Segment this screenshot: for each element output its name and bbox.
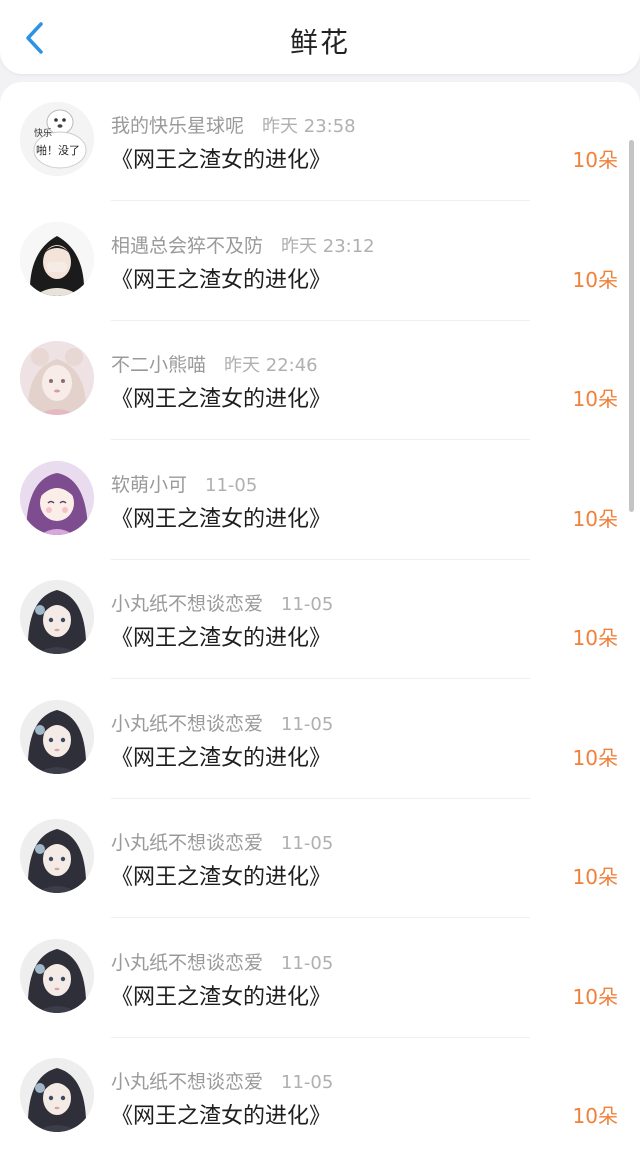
avatar[interactable]: [20, 699, 94, 774]
list-item[interactable]: 不二小熊喵 昨天 22:46 《网王之渣女的进化》 10朵: [0, 321, 640, 440]
book-title[interactable]: 《网王之渣女的进化》: [111, 501, 331, 533]
book-title[interactable]: 《网王之渣女的进化》: [111, 381, 331, 413]
timestamp: 昨天 22:46: [224, 355, 318, 376]
flower-count: 10朵: [572, 1104, 618, 1128]
flower-count: 10朵: [572, 267, 618, 292]
avatar[interactable]: 快乐啪！没了: [20, 102, 94, 176]
sender-line: 软萌小可 11-05: [111, 470, 257, 497]
flower-count: 10朵: [572, 865, 618, 889]
username[interactable]: 小丸纸不想谈恋爱: [111, 1071, 263, 1093]
sender-line: 不二小熊喵 昨天 22:46: [111, 350, 318, 377]
timestamp: 11-05: [205, 474, 258, 496]
book-title[interactable]: 《网王之渣女的进化》: [111, 740, 331, 772]
page-title: 鲜花: [289, 26, 350, 59]
timestamp: 11-05: [281, 833, 334, 854]
avatar[interactable]: [20, 580, 94, 654]
book-title[interactable]: 《网王之渣女的进化》: [111, 620, 331, 652]
book-title[interactable]: 《网王之渣女的进化》: [111, 1098, 331, 1130]
flower-count: 10朵: [572, 506, 618, 531]
list-item[interactable]: 小丸纸不想谈恋爱 11-05 《网王之渣女的进化》 10朵: [0, 919, 640, 1038]
sender-line: 小丸纸不想谈恋爱 11-05: [111, 828, 333, 855]
top-navigation-bar: 鲜花: [0, 0, 640, 74]
flower-count: 10朵: [572, 626, 618, 650]
list-item[interactable]: 小丸纸不想谈恋爱 11-05 《网王之渣女的进化》 10朵: [0, 680, 640, 799]
avatar-caption-top: 快乐: [34, 127, 52, 139]
username[interactable]: 相遇总会猝不及防: [111, 235, 263, 257]
list-item[interactable]: 小丸纸不想谈恋爱 11-05 《网王之渣女的进化》 10朵: [0, 560, 640, 679]
book-title[interactable]: 《网王之渣女的进化》: [111, 262, 331, 294]
book-title[interactable]: 《网王之渣女的进化》: [111, 979, 331, 1011]
avatar[interactable]: [20, 819, 94, 893]
avatar[interactable]: [20, 938, 94, 1013]
username[interactable]: 小丸纸不想谈恋爱: [111, 952, 263, 974]
avatar[interactable]: [20, 341, 94, 415]
username[interactable]: 小丸纸不想谈恋爱: [111, 832, 263, 854]
username[interactable]: 小丸纸不想谈恋爱: [111, 713, 263, 735]
avatar[interactable]: [20, 1058, 94, 1132]
flower-count: 10朵: [572, 745, 618, 770]
timestamp: 11-05: [281, 594, 334, 615]
sender-line: 小丸纸不想谈恋爱 11-05: [111, 589, 333, 616]
username[interactable]: 我的快乐星球呢: [111, 115, 244, 137]
flower-count: 10朵: [572, 148, 618, 172]
timestamp: 昨天 23:12: [281, 235, 375, 257]
list-item[interactable]: 小丸纸不想谈恋爱 11-05 《网王之渣女的进化》 10朵: [0, 799, 640, 918]
list-item[interactable]: 快乐 啪！没了 我的快乐星球呢 昨天 23:58 《网王之渣女的进化》 10朵: [0, 82, 640, 201]
timestamp: 昨天 23:58: [262, 116, 356, 137]
flower-count: 10朵: [572, 387, 618, 411]
flower-gift-list[interactable]: 快乐 啪！没了 我的快乐星球呢 昨天 23:58 《网王之渣女的进化》 10朵 相遇总会猝不…: [0, 82, 640, 1160]
username[interactable]: 软萌小可: [111, 474, 187, 496]
avatar[interactable]: [20, 460, 94, 535]
sender-line: 我的快乐星球呢 昨天 23:58: [111, 111, 356, 138]
avatar[interactable]: [20, 221, 94, 296]
avatar-caption-bottom: 啪！没了: [36, 143, 80, 157]
scrollbar[interactable]: [629, 140, 634, 512]
list-item[interactable]: 相遇总会猝不及防 昨天 23:12 《网王之渣女的进化》 10朵: [0, 202, 640, 321]
username[interactable]: 不二小熊喵: [111, 354, 206, 376]
timestamp: 11-05: [281, 1072, 334, 1093]
flower-count: 10朵: [572, 984, 618, 1009]
sender-line: 小丸纸不想谈恋爱 11-05: [111, 948, 333, 975]
list-item[interactable]: 小丸纸不想谈恋爱 11-05 《网王之渣女的进化》 10朵: [0, 1038, 640, 1157]
timestamp: 11-05: [281, 952, 334, 974]
username[interactable]: 小丸纸不想谈恋爱: [111, 593, 263, 615]
sender-line: 小丸纸不想谈恋爱 11-05: [111, 1067, 333, 1094]
list-item[interactable]: 软萌小可 11-05 《网王之渣女的进化》 10朵: [0, 441, 640, 560]
book-title[interactable]: 《网王之渣女的进化》: [111, 142, 331, 174]
sender-line: 相遇总会猝不及防 昨天 23:12: [111, 231, 375, 258]
timestamp: 11-05: [281, 713, 334, 735]
sender-line: 小丸纸不想谈恋爱 11-05: [111, 709, 333, 736]
book-title[interactable]: 《网王之渣女的进化》: [111, 859, 331, 891]
